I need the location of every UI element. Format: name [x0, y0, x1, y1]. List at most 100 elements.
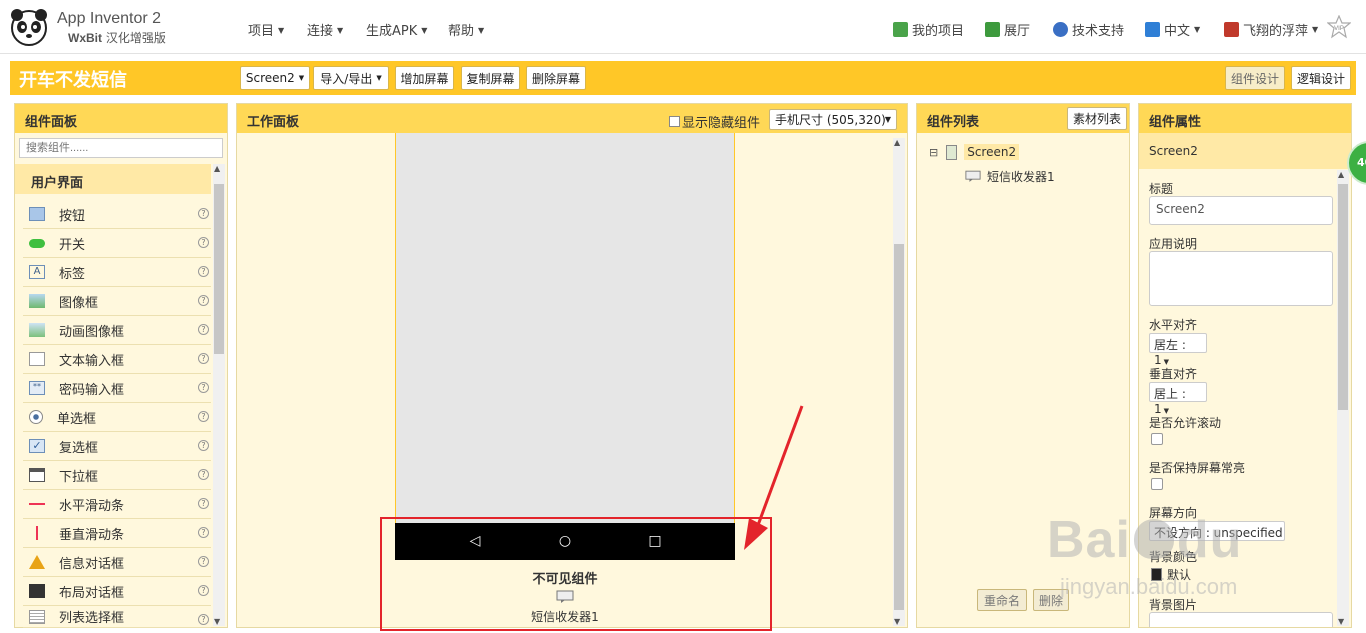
palette-item-layout-dialog[interactable]: 布局对话框? [23, 577, 211, 606]
palette-item-checkbox[interactable]: ✓ 复选框? [23, 432, 211, 461]
selected-component-name: Screen2 [1139, 133, 1351, 169]
blocks-button[interactable]: 逻辑设计 [1291, 66, 1351, 90]
horizontal-slider-icon [29, 503, 45, 505]
palette-item-vslider[interactable]: 垂直滑动条? [23, 519, 211, 548]
scroll-up-icon[interactable]: ▲ [214, 164, 220, 173]
palette-item-textbox[interactable]: 文本输入框? [23, 345, 211, 374]
menu-build[interactable]: 生成APK ▼ [366, 20, 427, 39]
palette-item-label: 复选框 [59, 440, 99, 456]
tree-node-label: 短信收发器1 [987, 170, 1055, 184]
help-icon[interactable]: ? [198, 614, 209, 625]
collapse-icon[interactable]: ⊟ [929, 146, 938, 159]
show-hidden-toggle[interactable]: 显示隐藏组件 [669, 112, 760, 131]
menu-project[interactable]: 项目 ▼ [248, 20, 284, 39]
tree-node-texting[interactable]: 短信收发器1 [965, 168, 1055, 185]
help-icon[interactable]: ? [198, 353, 209, 364]
help-icon[interactable]: ? [198, 440, 209, 451]
help-icon[interactable]: ? [198, 411, 209, 422]
align-horizontal-select[interactable]: 居左 : 1 ▼ [1149, 333, 1207, 367]
palette-item-button[interactable]: 按钮? [23, 200, 211, 229]
align-v-value: 居上 : 1 [1154, 387, 1186, 416]
list-icon [29, 609, 45, 624]
properties-scrollbar[interactable]: ▲ ▼ [1337, 170, 1349, 626]
palette-scrollbar[interactable]: ▲ ▼ [213, 164, 225, 626]
help-icon[interactable]: ? [198, 469, 209, 480]
scroll-up-icon[interactable]: ▲ [1338, 170, 1344, 179]
category-user-interface[interactable]: 用户界面 [15, 164, 211, 194]
search-input[interactable] [19, 138, 223, 158]
panda-logo-icon[interactable] [10, 8, 48, 46]
watermark-brand: Bai du [1047, 510, 1242, 570]
palette-item-image[interactable]: 图像框? [23, 287, 211, 316]
gallery-link[interactable]: 展厅 [985, 20, 1030, 39]
help-icon[interactable]: ? [198, 295, 209, 306]
palette-item-listpicker[interactable]: 列表选择框? [23, 606, 211, 628]
show-hidden-checkbox[interactable] [669, 116, 680, 127]
my-projects-link[interactable]: 我的项目 [893, 20, 964, 39]
scroll-up-icon[interactable]: ▲ [894, 138, 900, 147]
help-icon[interactable]: ? [198, 382, 209, 393]
palette-item-label[interactable]: A 标签? [23, 258, 211, 287]
palette-item-switch[interactable]: 开关? [23, 229, 211, 258]
designer-button[interactable]: 组件设计 [1225, 66, 1285, 90]
scrollable-checkbox[interactable] [1151, 433, 1163, 445]
palette-item-animated-image[interactable]: 动画图像框? [23, 316, 211, 345]
add-screen-button[interactable]: 增加屏幕 [395, 66, 454, 90]
title-input[interactable]: Screen2 [1149, 196, 1333, 225]
support-link[interactable]: 技术支持 [1053, 20, 1124, 39]
language-icon [1145, 22, 1160, 37]
keep-awake-checkbox[interactable] [1151, 478, 1163, 490]
help-icon[interactable]: ? [198, 266, 209, 277]
palette-item-password[interactable]: ** 密码输入框? [23, 374, 211, 403]
viewer-scroll-thumb[interactable] [894, 244, 904, 610]
viewer-scrollbar[interactable]: ▲ ▼ [893, 138, 905, 626]
screen-select[interactable]: Screen2 ▼ [240, 66, 310, 90]
palette-item-spinner[interactable]: 下拉框? [23, 461, 211, 490]
palette-item-hslider[interactable]: 水平滑动条? [23, 490, 211, 519]
person-icon [1053, 22, 1068, 37]
language-menu[interactable]: 中文 ▼ [1145, 20, 1200, 39]
menu-help[interactable]: 帮助 ▼ [448, 20, 484, 39]
app-sub-text: 汉化增强版 [105, 31, 166, 45]
import-export-button[interactable]: 导入/导出 ▼ [313, 66, 389, 90]
palette-item-label: 动画图像框 [59, 324, 125, 340]
spinner-icon [29, 468, 45, 482]
gallery-label: 展厅 [1004, 24, 1031, 39]
prop-keep-awake-label: 是否保持屏幕常亮 [1149, 461, 1246, 475]
list-icon [893, 22, 908, 37]
scroll-down-icon[interactable]: ▼ [1338, 617, 1344, 626]
palette-item-radio[interactable]: 单选框? [23, 403, 211, 432]
vip-badge-icon[interactable]: VIP [1327, 15, 1351, 39]
tree-node-screen2[interactable]: ⊟ Screen2 [929, 144, 1020, 160]
phone-size-select[interactable]: 手机尺寸 (505,320) ▼ [769, 109, 897, 130]
properties-scroll-thumb[interactable] [1338, 184, 1348, 410]
menu-connect[interactable]: 连接 ▼ [307, 20, 343, 39]
delete-screen-button[interactable]: 删除屏幕 [526, 66, 586, 90]
tree-title-label: 组件列表 [927, 115, 980, 130]
help-icon[interactable]: ? [198, 585, 209, 596]
user-menu[interactable]: 飞翔的浮萍 ▼ [1224, 20, 1318, 39]
import-export-label: 导入/导出 [320, 71, 373, 86]
scroll-down-icon[interactable]: ▼ [894, 617, 900, 626]
help-icon[interactable]: ? [198, 208, 209, 219]
media-button[interactable]: 素材列表 [1067, 107, 1127, 130]
phone-size-label: 手机尺寸 (505,320) [775, 113, 886, 127]
align-vertical-select[interactable]: 居上 : 1 ▼ [1149, 382, 1207, 416]
help-icon[interactable]: ? [198, 324, 209, 335]
about-textarea[interactable] [1149, 251, 1333, 306]
palette-item-label: 按钮 [59, 208, 86, 224]
caret-down-icon: ▼ [884, 115, 891, 124]
help-icon[interactable]: ? [198, 237, 209, 248]
watermark-brand-part: Bai [1047, 511, 1131, 569]
palette-item-notifier[interactable]: 信息对话框? [23, 548, 211, 577]
project-toolbar: 开车不发短信 Screen2 ▼ 导入/导出 ▼ 增加屏幕 复制屏幕 删除屏幕 组件… [10, 61, 1356, 95]
help-icon[interactable]: ? [198, 498, 209, 509]
rename-button[interactable]: 重命名 [977, 589, 1027, 611]
help-icon[interactable]: ? [198, 527, 209, 538]
scroll-down-icon[interactable]: ▼ [214, 617, 220, 626]
bg-image-select[interactable] [1149, 612, 1333, 627]
copy-screen-button[interactable]: 复制屏幕 [461, 66, 520, 90]
phone-screen[interactable] [395, 133, 735, 560]
palette-scroll-thumb[interactable] [214, 184, 224, 354]
help-icon[interactable]: ? [198, 556, 209, 567]
